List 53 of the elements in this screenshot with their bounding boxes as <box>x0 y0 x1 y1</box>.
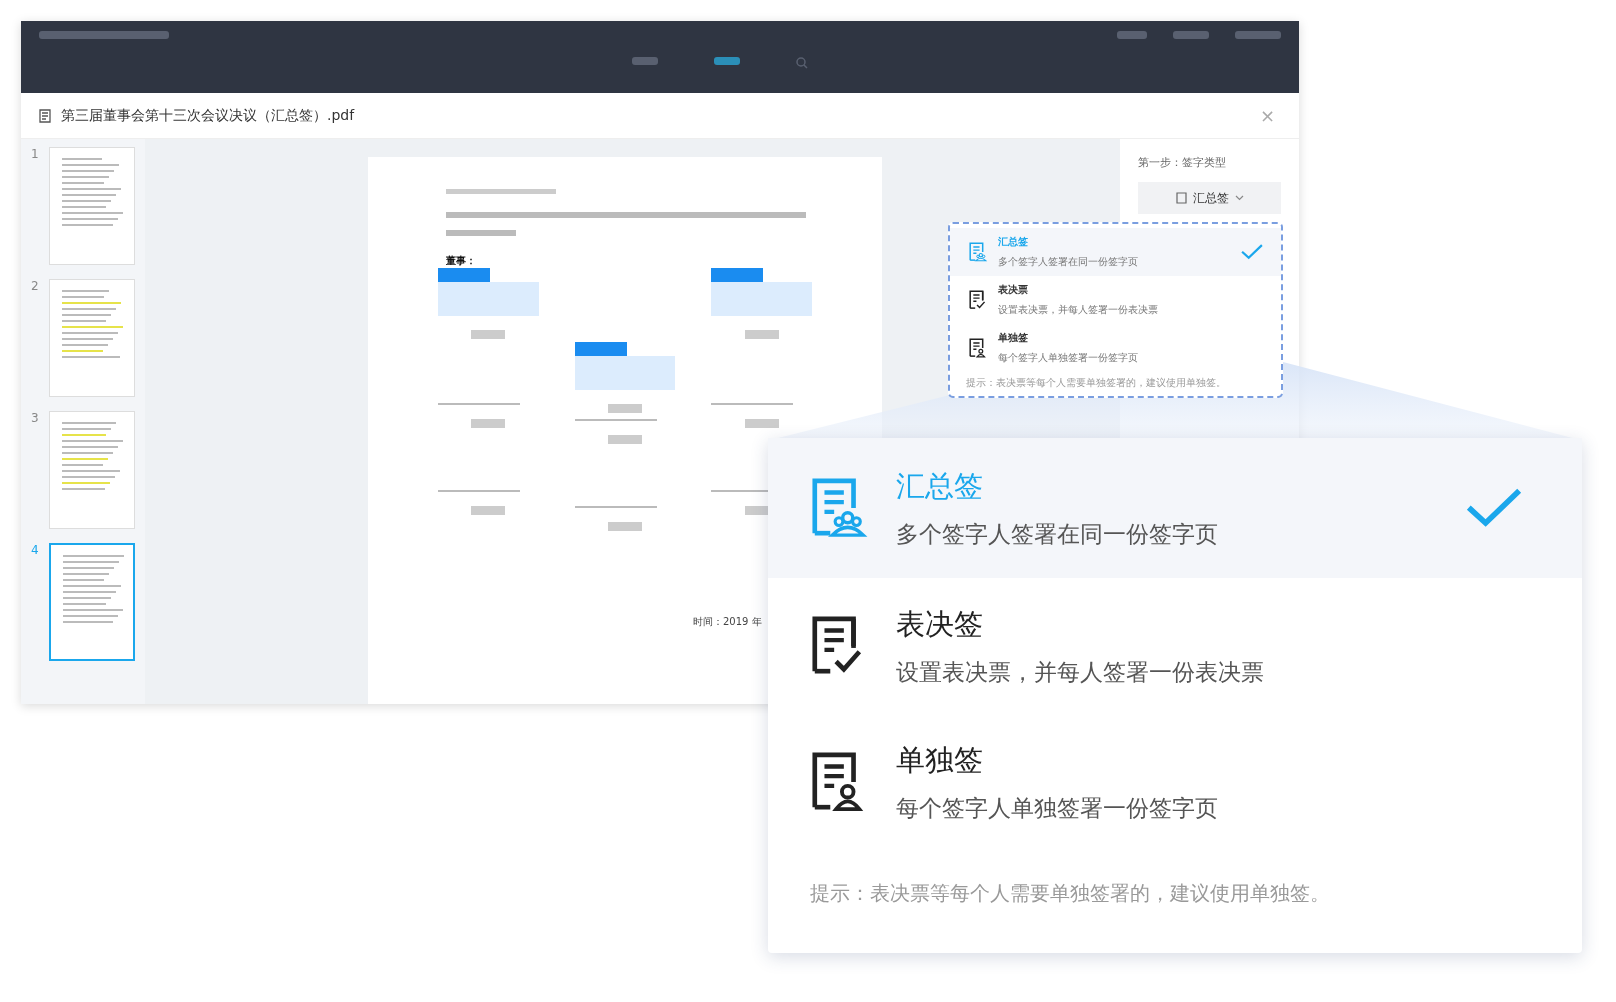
directors-label: 董事： <box>446 254 477 268</box>
page-number: 1 <box>31 147 40 163</box>
document-check-icon <box>968 290 988 310</box>
search-icon[interactable] <box>796 57 808 69</box>
sign-type-option[interactable]: 单独签 每个签字人单独签署一份签字页 <box>768 714 1582 850</box>
sign-type-option[interactable]: 表决票 设置表决票，并每人签署一份表决票 <box>950 276 1281 324</box>
option-title: 表决票 <box>998 283 1029 297</box>
hint-text: 提示：表决票等每个人需要单独签署的，建议使用单独签。 <box>809 880 1331 907</box>
option-title: 汇总签 <box>896 467 984 505</box>
sign-type-option[interactable]: 单独签 每个签字人单独签署一份签字页 <box>950 324 1281 372</box>
blurred-nav-tab[interactable] <box>714 57 740 65</box>
blurred-menu-item[interactable] <box>1235 31 1281 39</box>
signature-field[interactable] <box>711 268 812 316</box>
option-description: 每个签字人单独签署一份签字页 <box>896 793 1219 823</box>
option-description: 每个签字人单独签署一份签字页 <box>998 351 1139 365</box>
hint-text: 提示：表决票等每个人需要单独签署的，建议使用单独签。 <box>965 376 1227 390</box>
blurred-text <box>471 419 506 428</box>
document-person-icon <box>968 338 988 358</box>
page-number: 2 <box>31 279 40 295</box>
blurred-text <box>608 522 642 531</box>
blurred-text <box>471 506 506 515</box>
page-number: 4 <box>31 543 40 559</box>
blurred-text <box>608 404 642 413</box>
sign-type-option[interactable]: 汇总签 多个签字人签署在同一份签字页 <box>768 438 1582 578</box>
option-description: 多个签字人签署在同一份签字页 <box>896 519 1219 549</box>
sign-type-dropdown[interactable]: 汇总签 <box>1138 182 1281 214</box>
signature-field[interactable] <box>438 268 539 316</box>
blurred-text <box>744 419 779 428</box>
blurred-text <box>744 330 779 339</box>
document-icon <box>1175 192 1187 204</box>
option-description: 多个签字人签署在同一份签字页 <box>998 255 1139 269</box>
date-text: 时间：2019 年 <box>693 615 762 629</box>
document-title: 第三届董事会第十三次会议决议（汇总签）.pdf <box>61 106 355 125</box>
option-title: 汇总签 <box>998 235 1029 249</box>
signature-field[interactable] <box>574 342 676 390</box>
chevron-down-icon <box>1234 195 1244 201</box>
blurred-menu-item[interactable] <box>1117 31 1147 39</box>
step-label: 第一步：签字类型 <box>1138 155 1227 170</box>
page-number: 3 <box>31 411 40 427</box>
document-people-icon <box>968 242 988 262</box>
option-description: 设置表决票，并每人签署一份表决票 <box>896 657 1265 687</box>
blurred-menu-item[interactable] <box>1173 31 1209 39</box>
option-description: 设置表决票，并每人签署一份表决票 <box>998 303 1159 317</box>
page-thumbnail[interactable] <box>49 543 135 661</box>
blurred-nav-tab[interactable] <box>632 57 658 65</box>
file-icon <box>39 108 51 123</box>
option-title: 表决签 <box>896 605 984 643</box>
sign-type-option[interactable]: 汇总签 多个签字人签署在同一份签字页 <box>950 228 1281 276</box>
option-title: 单独签 <box>896 741 984 779</box>
blurred-text <box>608 435 642 444</box>
option-title: 单独签 <box>998 331 1029 345</box>
blurred-text <box>471 330 506 339</box>
sign-type-option[interactable]: 表决签 设置表决票，并每人签署一份表决票 <box>768 578 1582 714</box>
